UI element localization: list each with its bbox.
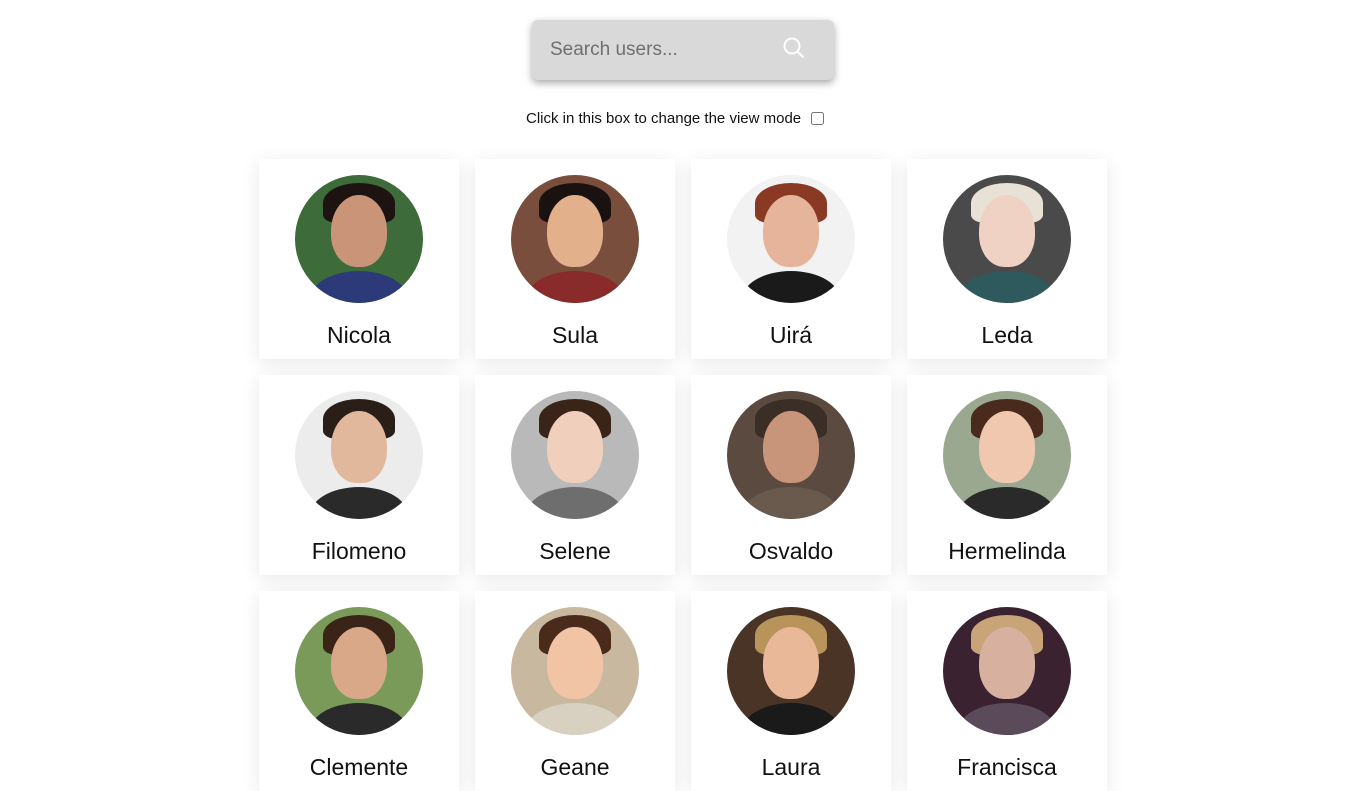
user-card[interactable]: Nicola [259, 159, 459, 359]
user-card[interactable]: Sula [475, 159, 675, 359]
user-card[interactable]: Laura [691, 591, 891, 791]
avatar-face-shape [763, 195, 819, 267]
user-avatar [727, 175, 855, 303]
avatar-body-shape [309, 487, 409, 519]
user-avatar [943, 607, 1071, 735]
user-name: Hermelinda [948, 538, 1066, 564]
user-card[interactable]: Hermelinda [907, 375, 1107, 575]
search-icon[interactable] [782, 36, 806, 60]
view-mode-toggle[interactable]: Click in this box to change the view mod… [526, 110, 825, 127]
avatar-face-shape [331, 195, 387, 267]
avatar-face-shape [763, 411, 819, 483]
user-name: Osvaldo [748, 538, 834, 564]
user-avatar [943, 391, 1071, 519]
avatar-face-shape [979, 195, 1035, 267]
user-avatar [727, 391, 855, 519]
avatar-body-shape [309, 703, 409, 735]
avatar-face-shape [979, 411, 1035, 483]
user-avatar [511, 607, 639, 735]
user-avatar [943, 175, 1071, 303]
user-avatar [511, 175, 639, 303]
avatar-face-shape [331, 411, 387, 483]
user-avatar [511, 391, 639, 519]
user-avatar [295, 175, 423, 303]
avatar-body-shape [741, 487, 841, 519]
avatar-body-shape [525, 703, 625, 735]
user-name: Laura [761, 754, 821, 780]
view-mode-label: Click in this box to change the view mod… [526, 110, 802, 127]
user-name: Selene [539, 538, 611, 564]
avatar-body-shape [741, 271, 841, 303]
user-avatar [727, 607, 855, 735]
user-card[interactable]: Francisca [907, 591, 1107, 791]
avatar-face-shape [763, 627, 819, 699]
avatar-face-shape [331, 627, 387, 699]
avatar-body-shape [525, 271, 625, 303]
avatar-face-shape [547, 195, 603, 267]
avatar-body-shape [957, 487, 1057, 519]
avatar-face-shape [979, 627, 1035, 699]
user-avatar [295, 607, 423, 735]
user-card[interactable]: Osvaldo [691, 375, 891, 575]
user-card[interactable]: Selene [475, 375, 675, 575]
avatar-body-shape [309, 271, 409, 303]
avatar-face-shape [547, 627, 603, 699]
search-input[interactable] [532, 20, 772, 80]
user-card[interactable]: Leda [907, 159, 1107, 359]
avatar-body-shape [525, 487, 625, 519]
user-name: Clemente [309, 754, 409, 780]
user-card[interactable]: Clemente [259, 591, 459, 791]
user-card[interactable]: Uirá [691, 159, 891, 359]
user-name: Geane [540, 754, 610, 780]
user-name: Leda [981, 322, 1033, 348]
user-name: Uirá [769, 322, 813, 348]
user-avatar [295, 391, 423, 519]
user-card[interactable]: Geane [475, 591, 675, 791]
user-name: Filomeno [311, 538, 407, 564]
user-grid: Nicola Sula Uirá Leda Filomeno Selene Osvaldo H… [259, 159, 1107, 791]
user-name: Francisca [957, 754, 1057, 780]
user-name: Nicola [327, 322, 391, 348]
avatar-face-shape [547, 411, 603, 483]
view-mode-checkbox[interactable] [811, 112, 825, 125]
avatar-body-shape [957, 271, 1057, 303]
avatar-body-shape [957, 703, 1057, 735]
user-card[interactable]: Filomeno [259, 375, 459, 575]
avatar-body-shape [741, 703, 841, 735]
user-name: Sula [551, 322, 599, 348]
